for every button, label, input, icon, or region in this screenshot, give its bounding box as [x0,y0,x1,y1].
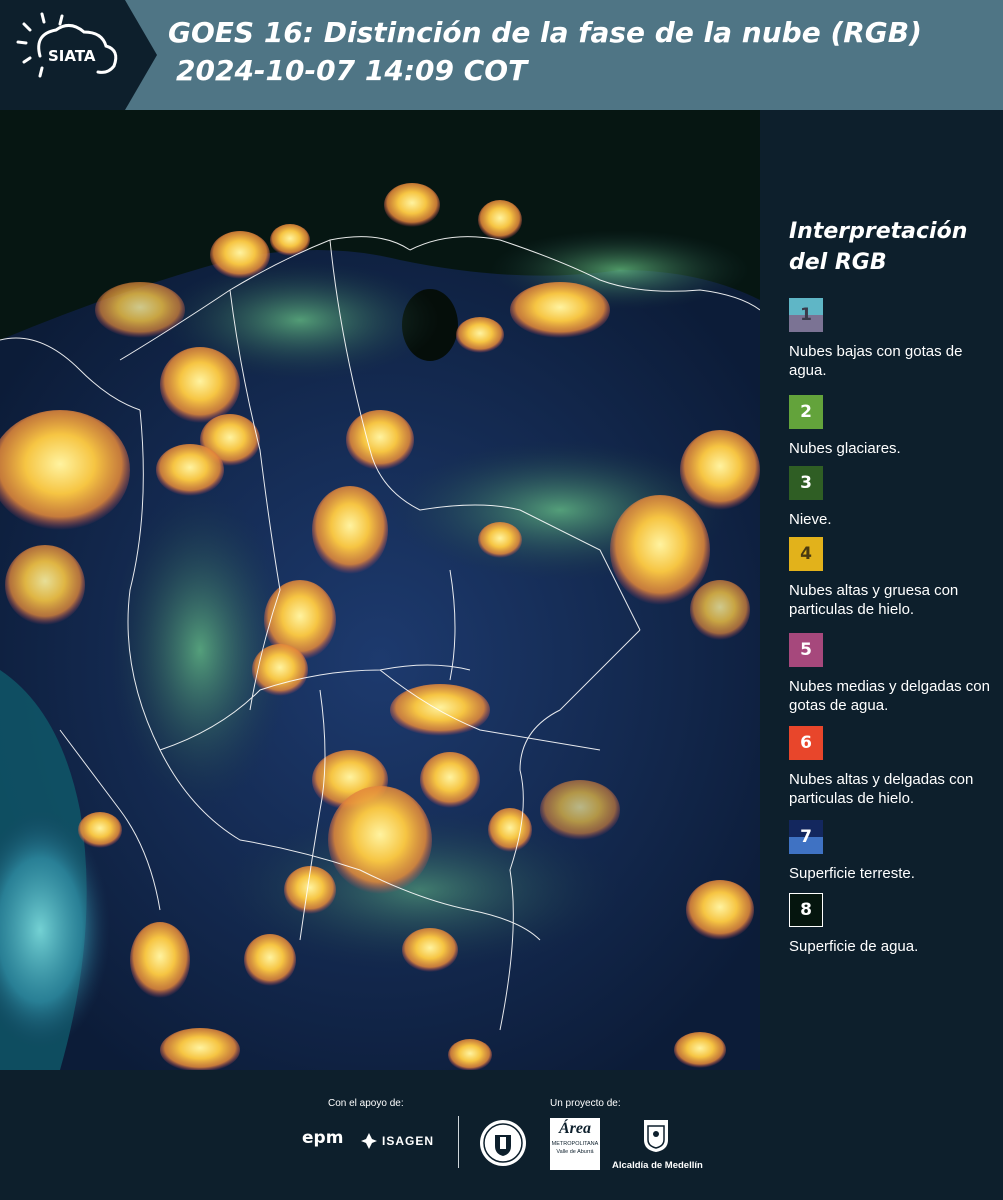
isagen-logo-icon [361,1133,377,1149]
legend-item-3: 3 Nieve. [789,466,994,529]
legend-swatch-3: 3 [789,466,823,500]
legend-item-6: 6 Nubes altas y delgadas con particulas … [789,726,994,808]
legend-swatch-1: 1 [789,298,823,332]
epm-logo: epm [302,1128,344,1148]
legend-swatch-2: 2 [789,395,823,429]
legend-item-1: 1 Nubes bajas con gotas de agua. [789,298,994,380]
logo-text: SIATA [48,47,96,65]
legend-swatch-7: 7 [789,820,823,854]
isagen-logo: ISAGEN [382,1134,435,1148]
legend-swatch-4: 4 [789,537,823,571]
legend-label-7: Superficie terreste. [789,865,915,882]
area-metropolitana-logo: Área METROPOLITANA Valle de Aburrá [550,1118,600,1170]
footer: Con el apoyo de: Un proyecto de: epm ISA… [0,1070,1003,1200]
legend-title: Interpretación del RGB [789,216,967,278]
legend-title-line2: del RGB [789,250,887,275]
legend-label-2: Nubes glaciares. [789,440,901,457]
legend-item-4: 4 Nubes altas y gruesa con particulas de… [789,537,994,619]
legend-item-7: 7 Superficie terreste. [789,820,994,883]
legend-label-5: Nubes medias y delgadas con gotas de agu… [789,678,990,714]
legend-label-8: Superficie de agua. [789,938,919,955]
siata-logo-icon: SIATA [16,12,118,78]
legend-swatch-5: 5 [789,633,823,667]
footer-divider [458,1116,459,1168]
legend-item-8: 8 Superficie de agua. [789,893,994,956]
legend-item-5: 5 Nubes medias y delgadas con gotas de a… [789,633,994,715]
rgb-satellite-image [0,110,760,1070]
legend-swatch-8: 8 [789,893,823,927]
project-text: Un proyecto de: [550,1098,621,1109]
support-text: Con el apoyo de: [328,1098,404,1109]
legend-swatch-6: 6 [789,726,823,760]
area-logo-line1: Área [559,1120,591,1137]
alcaldia-text: Alcaldía de Medellín [612,1160,703,1171]
page-timestamp: 2024-10-07 14:09 COT [176,54,528,87]
satellite-map [0,110,760,1070]
medellin-seal-icon [480,1120,526,1166]
area-logo-line2: METROPOLITANA [551,1141,599,1147]
legend-title-line1: Interpretación [789,219,968,244]
legend-label-3: Nieve. [789,511,832,528]
logo-arrow [125,0,157,110]
legend-item-2: 2 Nubes glaciares. [789,395,994,458]
alcaldia-shield-icon [644,1120,668,1152]
legend-label-6: Nubes altas y delgadas con particulas de… [789,771,974,807]
legend-label-1: Nubes bajas con gotas de agua. [789,343,963,379]
legend-label-4: Nubes altas y gruesa con particulas de h… [789,582,959,618]
header: SIATA GOES 16: Distinción de la fase de … [0,0,1003,110]
area-logo-line3: Valle de Aburrá [556,1149,594,1155]
page-title: GOES 16: Distinción de la fase de la nub… [168,16,922,49]
